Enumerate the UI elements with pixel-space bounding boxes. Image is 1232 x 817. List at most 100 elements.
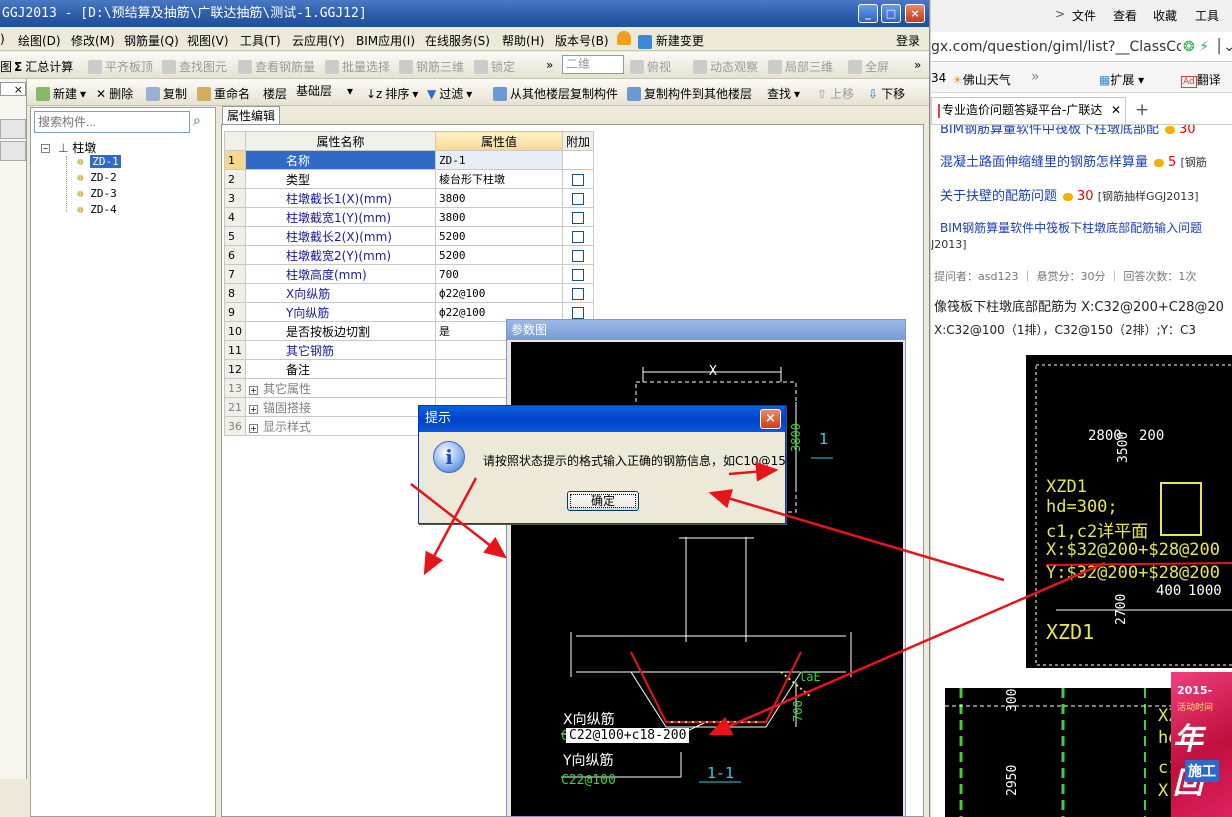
browser-menu-favorites[interactable]: 收藏 bbox=[1153, 7, 1177, 24]
fav-translate[interactable]: Ad 翻译 bbox=[1181, 71, 1221, 88]
batch-select-button[interactable]: 批量选择 bbox=[325, 58, 390, 75]
y-rebar-value[interactable]: C22@100 bbox=[561, 773, 616, 788]
question-link-2[interactable]: 混凝土路面伸缩缝里的钢筋怎样算量 5 [钢筋 bbox=[940, 151, 1207, 170]
menu-rebar-quantity[interactable]: 钢筋量(Q) bbox=[124, 32, 179, 49]
search-icon[interactable]: ⌕ bbox=[193, 113, 201, 129]
expand-plus-icon[interactable]: + bbox=[249, 404, 258, 414]
menu-draw[interactable]: 绘图(D) bbox=[18, 32, 61, 49]
ok-button[interactable]: 确定 bbox=[567, 491, 639, 511]
browser-menu-view[interactable]: 查看 bbox=[1113, 7, 1137, 24]
dynamic-view-button[interactable]: 动态观察 bbox=[693, 58, 758, 75]
top-view-button[interactable]: 俯视 bbox=[630, 58, 671, 75]
dock-tab-1[interactable] bbox=[0, 119, 26, 139]
tree-item-zd1[interactable]: ❁ ZD-1 bbox=[77, 155, 121, 168]
dock-close[interactable]: × bbox=[0, 82, 26, 96]
expand-plus-icon[interactable]: + bbox=[249, 423, 258, 433]
menu-help[interactable]: 帮助(H) bbox=[502, 32, 544, 49]
property-row[interactable]: 1 名称 ZD-1 bbox=[224, 150, 595, 170]
property-row[interactable]: 6 柱墩截宽2(Y)(mm) 5200 bbox=[224, 245, 595, 265]
copy-button[interactable]: 复制 bbox=[146, 85, 187, 102]
property-value-cell[interactable]: 棱台形下柱墩 bbox=[435, 169, 563, 189]
floor-select[interactable]: 基础层 ▾ bbox=[292, 82, 356, 101]
question-link-3[interactable]: 关于扶壁的配筋问题 30 [钢筋抽样GGJ2013] bbox=[940, 185, 1199, 204]
property-value-cell[interactable]: ZD-1 bbox=[435, 150, 563, 170]
dock-tab-2[interactable] bbox=[0, 141, 26, 161]
property-row[interactable]: 4 柱墩截宽1(Y)(mm) 3800 bbox=[224, 207, 595, 227]
lock-button[interactable]: 锁定 bbox=[474, 58, 515, 75]
fav-extensions[interactable]: ▦扩展 ▾ bbox=[1099, 71, 1144, 88]
rename-button[interactable]: 重命名 bbox=[197, 85, 250, 102]
menu-modify[interactable]: 修改(M) bbox=[71, 32, 115, 49]
delete-button[interactable]: ✕ 删除 bbox=[96, 85, 133, 102]
toolbar-more-1[interactable]: » bbox=[546, 58, 553, 72]
move-up-button[interactable]: ⇧ 上移 bbox=[817, 85, 854, 102]
new-tab-button[interactable]: + bbox=[1135, 100, 1149, 120]
property-row[interactable]: 7 柱墩高度(mm) 700 bbox=[224, 264, 595, 284]
property-row[interactable]: 3 柱墩截长1(X)(mm) 3800 bbox=[224, 188, 595, 208]
question-link-4[interactable]: BIM钢筋算量软件中筏板下柱墩底部配筋输入问题 bbox=[940, 219, 1202, 236]
sort-button[interactable]: ↓z 排序 ▾ bbox=[366, 85, 418, 102]
fav-more[interactable]: » bbox=[1031, 69, 1040, 85]
login-link[interactable]: 登录 bbox=[896, 32, 920, 49]
attach-checkbox[interactable] bbox=[572, 287, 584, 300]
browser-nav-arrow[interactable]: > bbox=[1055, 7, 1065, 21]
align-slab-top-button[interactable]: 平齐板顶 bbox=[88, 58, 153, 75]
x-rebar-input[interactable]: C22@100+c18-200 bbox=[566, 728, 690, 743]
minimize-button[interactable]: _ bbox=[858, 4, 878, 23]
find-element-button[interactable]: 查找图元 bbox=[162, 58, 227, 75]
maximize-button[interactable]: □ bbox=[881, 4, 901, 23]
attach-checkbox[interactable] bbox=[572, 306, 584, 319]
copy-to-floor-button[interactable]: 复制构件到其他楼层 bbox=[627, 85, 752, 102]
promo-ad[interactable]: 2015- 活动时间 年回 施工 bbox=[1171, 672, 1232, 817]
expand-plus-icon[interactable]: + bbox=[249, 385, 258, 395]
browser-menu-file[interactable]: 文件 bbox=[1072, 7, 1096, 24]
attach-checkbox[interactable] bbox=[572, 211, 584, 224]
menu-online[interactable]: 在线服务(S) bbox=[425, 32, 490, 49]
dialog-close-button[interactable]: × bbox=[760, 409, 781, 429]
menu-version[interactable]: 版本号(B) bbox=[555, 32, 609, 49]
local-3d-button[interactable]: 局部三维 bbox=[768, 58, 833, 75]
attach-checkbox[interactable] bbox=[572, 268, 584, 281]
fullscreen-button[interactable]: 全屏 bbox=[848, 58, 889, 75]
toolbar-more-2[interactable]: » bbox=[914, 58, 921, 72]
rebar-3d-button[interactable]: 钢筋三维 bbox=[399, 58, 464, 75]
property-row[interactable]: 2 类型 棱台形下柱墩 bbox=[224, 169, 595, 189]
tab-close-icon[interactable]: ✕ bbox=[1108, 98, 1121, 123]
browser-menu-tools[interactable]: 工具 bbox=[1195, 7, 1219, 24]
find-button[interactable]: 查找 ▾ bbox=[767, 85, 800, 102]
menu-view[interactable]: 视图(V) bbox=[187, 32, 229, 49]
view-rebar-qty-button[interactable]: 查看钢筋量 bbox=[238, 58, 315, 75]
property-value-cell[interactable]: 5200 bbox=[435, 245, 563, 265]
summary-calc-button[interactable]: Σ 汇总计算 bbox=[14, 58, 73, 75]
address-dropdown[interactable]: │⌄ bbox=[1215, 32, 1232, 61]
view-mode-select[interactable]: 二维 bbox=[562, 55, 624, 74]
search-input[interactable] bbox=[34, 111, 190, 133]
attach-checkbox[interactable] bbox=[572, 173, 584, 186]
tree-collapse-toggle[interactable]: − bbox=[41, 141, 55, 154]
tree-root-pier[interactable]: ⊥ 柱墩 bbox=[58, 139, 96, 156]
menu-new-change[interactable]: 新建变更 bbox=[638, 32, 704, 49]
filter-button[interactable]: ▼ 过滤 ▾ bbox=[427, 85, 472, 102]
menu-tools[interactable]: 工具(T) bbox=[240, 32, 281, 49]
tree-item-zd4[interactable]: ❁ ZD-4 bbox=[77, 203, 117, 216]
fav-weather[interactable]: ☀佛山天气 bbox=[952, 71, 1011, 88]
property-row[interactable]: 8 X向纵筋 ф22@100 bbox=[224, 283, 595, 303]
security-icon[interactable]: ❂ ⚡ bbox=[1181, 32, 1210, 61]
property-value-cell[interactable]: ф22@100 bbox=[435, 283, 563, 303]
new-component-button[interactable]: 新建 ▾ bbox=[36, 85, 86, 102]
property-row[interactable]: 5 柱墩截长2(X)(mm) 5200 bbox=[224, 226, 595, 246]
attach-checkbox[interactable] bbox=[572, 192, 584, 205]
browser-tab[interactable]: 专业造价问题答疑平台-广联达 ✕ bbox=[931, 97, 1126, 124]
menu-bim[interactable]: BIM应用(I) bbox=[356, 32, 415, 49]
attach-checkbox[interactable] bbox=[572, 230, 584, 243]
menu-cloud[interactable]: 云应用(Y) bbox=[292, 32, 345, 49]
copy-from-floor-button[interactable]: 从其他楼层复制构件 bbox=[493, 85, 618, 102]
tree-item-zd2[interactable]: ❁ ZD-2 bbox=[77, 171, 117, 184]
tree-item-zd3[interactable]: ❁ ZD-3 bbox=[77, 187, 117, 200]
close-window-button[interactable]: × bbox=[905, 4, 925, 23]
property-value-cell[interactable]: 3800 bbox=[435, 207, 563, 227]
property-value-cell[interactable]: 700 bbox=[435, 264, 563, 284]
move-down-button[interactable]: ⇩ 下移 bbox=[868, 85, 905, 102]
attach-checkbox[interactable] bbox=[572, 249, 584, 262]
property-value-cell[interactable]: 5200 bbox=[435, 226, 563, 246]
